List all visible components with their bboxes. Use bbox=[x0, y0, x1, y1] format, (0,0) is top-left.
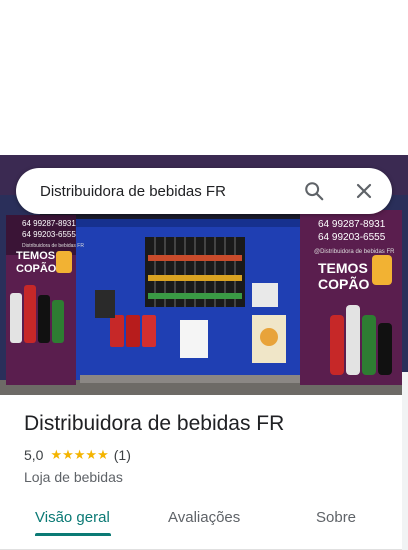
banner-left-phone2: 64 99203-6555 bbox=[22, 230, 76, 239]
search-bar[interactable]: Distribuidora de bebidas FR bbox=[16, 168, 392, 214]
banner-left-slogan1: TEMOS bbox=[16, 250, 55, 262]
banner-right-phone1: 64 99287-8931 bbox=[318, 219, 386, 230]
banner-left-handle: Distribuidora de bebidas FR bbox=[22, 243, 84, 249]
close-button[interactable] bbox=[344, 171, 384, 211]
search-icon bbox=[305, 182, 324, 201]
search-button[interactable] bbox=[294, 171, 334, 211]
place-title: Distribuidora de bebidas FR bbox=[24, 412, 285, 435]
banner-right-phone2: 64 99203-6555 bbox=[318, 232, 386, 243]
scrollbar-track[interactable] bbox=[402, 372, 408, 550]
banner-right-handle: @Distribuidora de bebidas FR bbox=[314, 249, 395, 255]
rating-value: 5,0 bbox=[24, 447, 44, 463]
tab-bar: Visão geral Avaliações Sobre bbox=[0, 503, 408, 550]
tab-overview[interactable]: Visão geral bbox=[35, 509, 110, 526]
map-blank-area bbox=[0, 0, 408, 155]
place-info-panel: Distribuidora de bebidas FR 5,0 ★★★★★ (1… bbox=[0, 395, 408, 550]
star-rating-icon: ★★★★★ bbox=[50, 447, 109, 462]
banner-left-phone1: 64 99287-8931 bbox=[22, 219, 76, 228]
search-input[interactable]: Distribuidora de bebidas FR bbox=[40, 183, 294, 200]
tab-about[interactable]: Sobre bbox=[316, 509, 356, 526]
banner-left-slogan2: COPÃO bbox=[16, 262, 57, 275]
tab-reviews[interactable]: Avaliações bbox=[168, 509, 240, 526]
place-category[interactable]: Loja de bebidas bbox=[24, 469, 123, 485]
rating-row[interactable]: 5,0 ★★★★★ (1) bbox=[24, 447, 131, 463]
review-count[interactable]: (1) bbox=[114, 447, 131, 463]
banner-right-slogan1: TEMOS bbox=[318, 260, 368, 276]
banner-right-slogan2: COPÃO bbox=[318, 275, 369, 292]
close-icon bbox=[356, 183, 372, 199]
active-tab-indicator bbox=[35, 533, 111, 536]
